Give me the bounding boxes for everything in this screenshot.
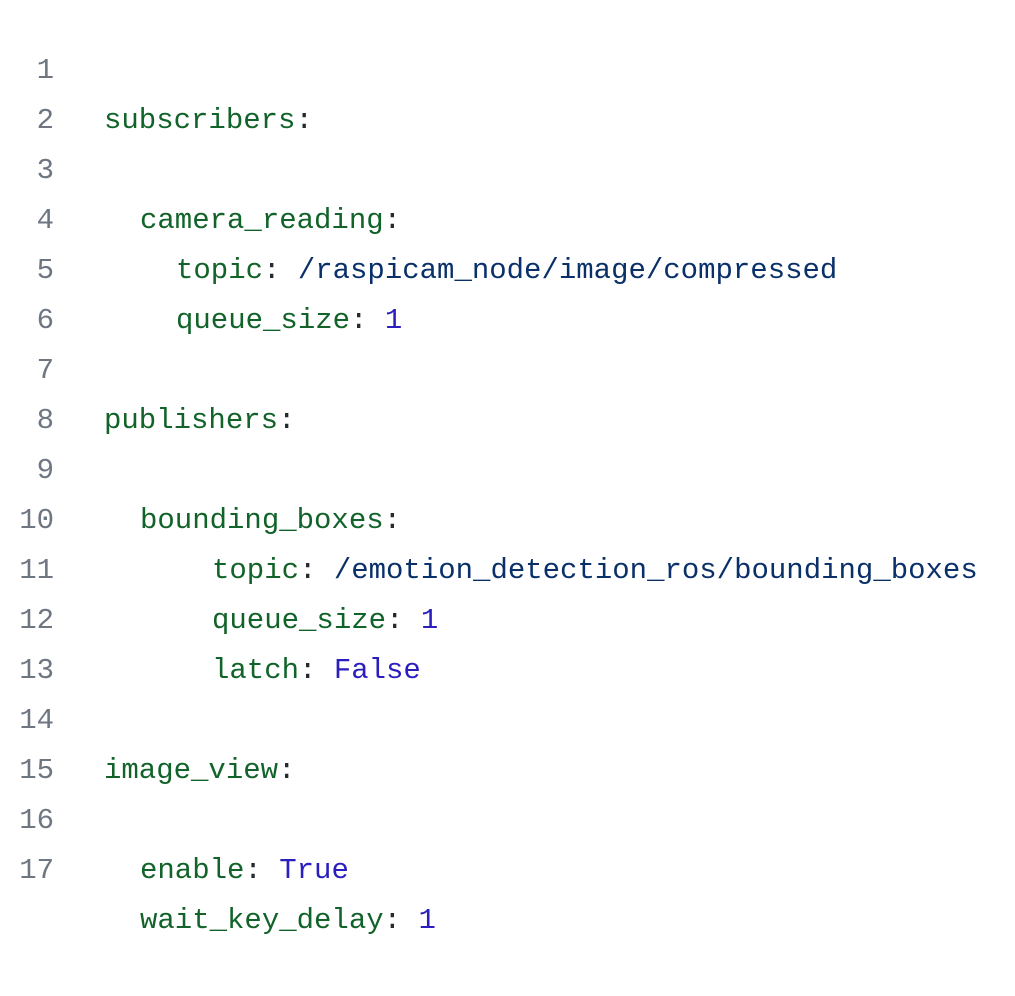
yaml-colon: :: [383, 904, 402, 937]
code-line-1: 1 subscribers:: [0, 0, 1015, 137]
yaml-colon: :: [244, 854, 262, 887]
code-line-4: 4 topic: /raspicam_node/image/compressed: [0, 146, 1015, 287]
code-line-2: 2: [0, 46, 1015, 137]
code-line-12: 12 latch: False: [0, 546, 1015, 687]
code-line-17: 17 wait_key_delay: 1: [0, 796, 1015, 937]
code-line-13: 13: [0, 596, 1015, 687]
yaml-boolean-value: True: [261, 854, 349, 887]
code-line-10: 10 topic: /emotion_detection_ros/boundin…: [0, 446, 1015, 587]
code-line-11: 11 queue_size: 1: [0, 496, 1015, 637]
yaml-key: wait_key_delay: [140, 904, 384, 937]
code-view[interactable]: 1 subscribers: 2 3 camera_reading: 4 top…: [0, 0, 1015, 937]
line-code: wait_key_delay: 1: [104, 896, 436, 946]
code-line-16: 16 enable: True: [0, 746, 1015, 887]
code-line-15: 15: [0, 696, 1015, 787]
yaml-number-value: 1: [401, 904, 436, 937]
line-number: 17: [19, 854, 54, 887]
code-line-7: 7 publishers:: [0, 296, 1015, 437]
code-line-6: 6: [0, 246, 1015, 337]
code-line-3: 3 camera_reading:: [0, 96, 1015, 237]
yaml-key: enable: [140, 854, 245, 887]
code-line-5: 5 queue_size: 1: [0, 196, 1015, 337]
code-line-14: 14 image_view:: [0, 646, 1015, 787]
code-line-8: 8: [0, 346, 1015, 437]
line-code: enable: True: [104, 846, 349, 896]
code-line-9: 9 bounding_boxes:: [0, 396, 1015, 537]
